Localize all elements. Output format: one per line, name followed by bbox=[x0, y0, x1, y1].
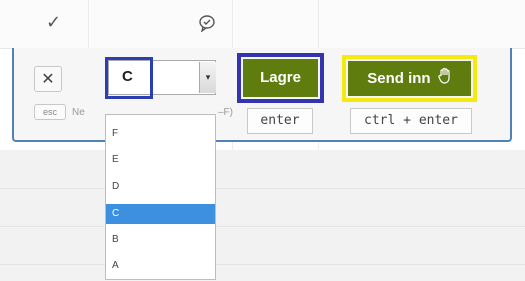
row-divider bbox=[0, 226, 525, 227]
row-divider bbox=[0, 264, 525, 265]
grade-option[interactable]: D bbox=[106, 177, 215, 197]
save-highlight-frame bbox=[237, 53, 324, 103]
grade-option-selected[interactable]: C bbox=[106, 204, 215, 224]
table-background bbox=[0, 150, 525, 281]
shortcut-hint-text: Ne bbox=[72, 107, 85, 118]
column-divider bbox=[88, 0, 89, 48]
grade-option[interactable]: B bbox=[106, 230, 215, 250]
esc-shortcut-hint: esc bbox=[34, 104, 66, 120]
grading-header-row bbox=[0, 0, 525, 49]
save-shortcut-key: enter bbox=[247, 108, 313, 134]
checkmark-icon[interactable]: ✓ bbox=[46, 12, 61, 33]
grade-option[interactable]: F bbox=[106, 124, 215, 144]
comment-icon[interactable] bbox=[198, 14, 216, 37]
submit-highlight-frame bbox=[342, 55, 477, 102]
row-divider bbox=[0, 188, 525, 189]
grade-option[interactable]: E bbox=[106, 150, 215, 170]
close-button[interactable]: ✕ bbox=[34, 66, 62, 92]
chevron-down-icon[interactable]: ▾ bbox=[199, 62, 216, 93]
submit-shortcut-key: ctrl + enter bbox=[350, 108, 472, 134]
select-highlight-frame bbox=[105, 57, 153, 99]
grade-option[interactable]: A bbox=[106, 256, 215, 276]
shortcut-hint-text-right: –F) bbox=[218, 107, 233, 118]
